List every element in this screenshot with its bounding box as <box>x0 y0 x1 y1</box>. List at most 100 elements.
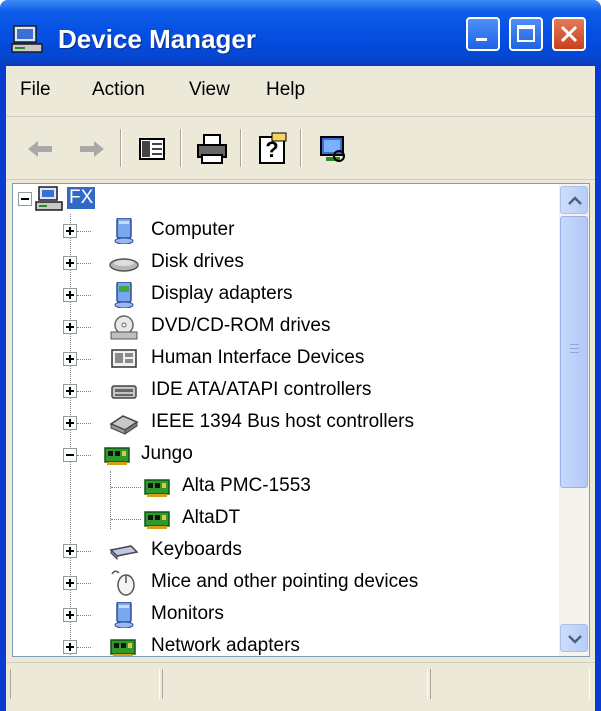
scroll-down-button[interactable] <box>560 624 588 652</box>
back-arrow-icon <box>28 141 52 157</box>
tree-item-ide-controllers[interactable]: IDE ATA/ATAPI controllers <box>13 376 559 406</box>
tree-item-label[interactable]: Human Interface Devices <box>149 347 366 369</box>
tree-connector-line <box>77 455 91 456</box>
tree-item-mice[interactable]: Mice and other pointing devices <box>13 568 559 598</box>
menu-file[interactable]: File <box>20 79 51 101</box>
menu-bar: File Action View Help <box>6 66 595 117</box>
circuit-board-icon <box>144 511 170 529</box>
expand-toggle[interactable] <box>63 640 77 654</box>
ide-controller-icon <box>111 385 137 399</box>
ieee1394-icon <box>109 415 139 435</box>
tree-root-row[interactable]: FX <box>13 184 559 214</box>
circuit-board-icon <box>144 479 170 497</box>
scroll-up-button[interactable] <box>560 186 588 214</box>
tree-item-ieee1394[interactable]: IEEE 1394 Bus host controllers <box>13 408 559 438</box>
disk-drive-icon <box>109 258 139 272</box>
scrollbar-thumb[interactable] <box>560 216 588 488</box>
device-tree: FX Computer Disk drives Display adapters… <box>13 184 559 656</box>
help-icon: ? <box>259 132 287 164</box>
expand-toggle[interactable] <box>63 352 77 366</box>
tree-item-computer[interactable]: Computer <box>13 216 559 246</box>
chevron-down-icon <box>568 635 582 644</box>
print-button[interactable] <box>192 129 232 169</box>
minimize-icon <box>476 38 487 41</box>
network-adapter-icon <box>110 639 136 656</box>
tree-item-altadt[interactable]: AltaDT <box>13 504 559 534</box>
tree-root-label[interactable]: FX <box>67 187 96 209</box>
tree-item-label[interactable]: Network adapters <box>149 635 302 656</box>
forward-arrow-icon <box>80 141 104 157</box>
tree-item-label[interactable]: IDE ATA/ATAPI controllers <box>149 379 373 401</box>
tree-item-label[interactable]: Alta PMC-1553 <box>180 475 313 497</box>
tree-item-label[interactable]: Keyboards <box>149 539 244 561</box>
tree-connector-line <box>77 551 91 552</box>
scrollbar-grip <box>570 344 579 345</box>
status-panel <box>162 669 428 699</box>
expand-toggle[interactable] <box>63 320 77 334</box>
menu-help[interactable]: Help <box>266 79 305 101</box>
title-bar[interactable]: Device Manager <box>0 0 601 66</box>
forward-button[interactable] <box>70 129 110 169</box>
tree-connector-line <box>77 327 91 328</box>
keyboard-icon <box>109 545 139 561</box>
tree-connector-line <box>111 487 141 488</box>
minimize-button[interactable] <box>466 17 500 51</box>
expand-toggle[interactable] <box>63 256 77 270</box>
tree-item-label[interactable]: Monitors <box>149 603 226 625</box>
menu-view[interactable]: View <box>189 79 230 101</box>
back-button[interactable] <box>22 129 62 169</box>
collapse-toggle[interactable] <box>18 192 32 206</box>
device-tree-pane: FX Computer Disk drives Display adapters… <box>12 183 590 657</box>
tree-item-label[interactable]: Disk drives <box>149 251 246 273</box>
tree-connector-line <box>77 423 91 424</box>
help-button[interactable]: ? <box>252 129 292 169</box>
tree-item-label[interactable]: IEEE 1394 Bus host controllers <box>149 411 416 433</box>
chevron-up-icon <box>568 196 582 205</box>
expand-toggle[interactable] <box>63 224 77 238</box>
tree-item-label[interactable]: Display adapters <box>149 283 295 305</box>
tree-item-label[interactable]: Computer <box>149 219 236 241</box>
tree-item-keyboards[interactable]: Keyboards <box>13 536 559 566</box>
tree-item-monitors[interactable]: Monitors <box>13 600 559 630</box>
tree-item-hid[interactable]: Human Interface Devices <box>13 344 559 374</box>
scrollbar-grip <box>570 352 579 353</box>
expand-toggle[interactable] <box>63 288 77 302</box>
tree-item-jungo[interactable]: Jungo <box>13 440 559 470</box>
device-manager-app-icon <box>11 25 43 53</box>
vertical-scrollbar[interactable] <box>559 184 589 656</box>
toolbar-separator <box>120 129 122 167</box>
tree-connector-line <box>77 647 91 648</box>
tree-item-network-adapters[interactable]: Network adapters <box>13 632 559 656</box>
tree-connector-line <box>77 615 91 616</box>
tree-item-label[interactable]: Jungo <box>139 443 195 465</box>
collapse-toggle[interactable] <box>63 448 77 462</box>
mouse-icon <box>111 570 135 596</box>
tree-item-disk-drives[interactable]: Disk drives <box>13 248 559 278</box>
tree-item-label[interactable]: AltaDT <box>180 507 242 529</box>
window-title: Device Manager <box>58 24 256 54</box>
tree-connector-line <box>77 359 91 360</box>
menu-action[interactable]: Action <box>92 79 145 101</box>
toolbar: ? <box>6 117 595 180</box>
tree-item-display-adapters[interactable]: Display adapters <box>13 280 559 310</box>
tree-item-label[interactable]: Mice and other pointing devices <box>149 571 420 593</box>
close-button[interactable] <box>552 17 586 51</box>
expand-toggle[interactable] <box>63 384 77 398</box>
show-hide-console-tree-button[interactable] <box>132 129 172 169</box>
expand-toggle[interactable] <box>63 416 77 430</box>
maximize-button[interactable] <box>509 17 543 51</box>
tree-item-alta-pmc-1553[interactable]: Alta PMC-1553 <box>13 472 559 502</box>
display-adapter-icon <box>114 282 134 308</box>
expand-toggle[interactable] <box>63 544 77 558</box>
circuit-board-icon <box>104 447 130 465</box>
monitor-icon <box>114 602 134 628</box>
scan-hardware-button[interactable] <box>312 129 352 169</box>
expand-toggle[interactable] <box>63 576 77 590</box>
tree-item-dvd-drives[interactable]: DVD/CD-ROM drives <box>13 312 559 342</box>
tree-connector-line <box>77 295 91 296</box>
computer-icon <box>35 186 63 211</box>
tree-item-label[interactable]: DVD/CD-ROM drives <box>149 315 332 337</box>
maximize-icon <box>517 25 535 42</box>
expand-toggle[interactable] <box>63 608 77 622</box>
tree-connector-line <box>111 519 141 520</box>
